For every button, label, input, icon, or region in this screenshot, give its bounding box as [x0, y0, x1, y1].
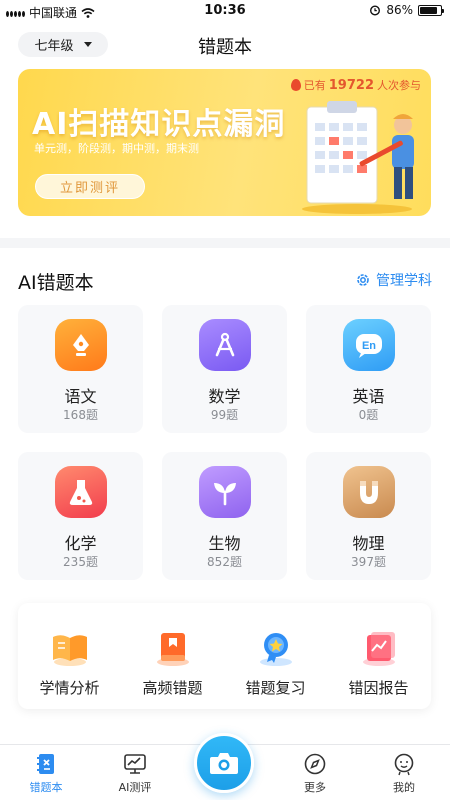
magnet-icon: [343, 466, 395, 518]
subject-count: 397题: [351, 555, 386, 569]
flask-icon: [55, 466, 107, 518]
tab-more[interactable]: 更多: [280, 745, 350, 800]
badge-star-icon: [260, 633, 292, 666]
tool-frequent-errors[interactable]: 高频错题: [121, 603, 224, 709]
subject-name: 数学: [208, 387, 241, 406]
tab-ai-assessment[interactable]: AI测评: [100, 745, 170, 800]
banner-headline: AI扫描知识点漏洞: [32, 107, 286, 142]
tool-error-cause-report[interactable]: 错因报告: [327, 603, 430, 709]
section-divider: [0, 238, 450, 248]
subject-name: 语文: [64, 387, 97, 406]
compass-nav-icon: [304, 753, 326, 775]
subject-count: 852题: [207, 555, 242, 569]
participants-info: 已有 19722 人次参与: [290, 77, 421, 93]
section-title: AI错题本: [18, 272, 94, 294]
tab-mine[interactable]: 我的: [369, 745, 439, 800]
manage-subjects-link[interactable]: 管理学科: [355, 270, 432, 290]
compass-icon: [199, 319, 251, 371]
subject-name: 生物: [208, 534, 241, 553]
tool-label: 错题复习: [245, 679, 306, 697]
subject-card-english[interactable]: En 英语 0题: [306, 305, 431, 433]
subject-card-physics[interactable]: 物理 397题: [306, 452, 431, 580]
tab-label: 错题本: [29, 781, 63, 794]
top-nav: 七年级 错题本: [0, 22, 450, 66]
subject-count: 235题: [63, 555, 98, 569]
en-bubble-icon: En: [343, 319, 395, 371]
subject-card-biology[interactable]: 生物 852题: [162, 452, 287, 580]
manage-subjects-label: 管理学科: [376, 273, 432, 289]
status-right: 86%: [369, 3, 444, 17]
tool-label: 高频错题: [142, 679, 203, 697]
start-assessment-button[interactable]: 立即测评: [35, 174, 145, 199]
battery-percent: 86%: [386, 3, 413, 17]
bookmark-book-icon: [157, 633, 189, 666]
chart-report-icon: [363, 632, 395, 666]
participants-prefix: 已有: [303, 79, 326, 92]
subject-card-math[interactable]: 数学 99题: [162, 305, 287, 433]
subject-count: 168题: [63, 408, 98, 422]
clipboard-illustration: [302, 101, 414, 214]
pen-nib-icon: [55, 319, 107, 371]
camera-capture-button[interactable]: [194, 733, 254, 793]
flame-icon: [290, 79, 301, 91]
tools-panel: 学情分析 高频错题 错题复习 错因报告: [18, 603, 431, 709]
subject-card-chemistry[interactable]: 化学 235题: [18, 452, 143, 580]
tool-error-review[interactable]: 错题复习: [224, 603, 327, 709]
subject-count: 99题: [210, 408, 239, 422]
tab-label: 更多: [304, 781, 326, 794]
subject-name: 化学: [64, 534, 97, 553]
subject-count: 0题: [358, 408, 379, 422]
camera-icon: [210, 753, 238, 774]
status-bar: 中国联通 10:36 86%: [0, 0, 450, 22]
subject-card-chinese[interactable]: 语文 168题: [18, 305, 143, 433]
subject-name: 物理: [352, 534, 385, 553]
alarm-icon: [370, 5, 381, 16]
subject-name: 英语: [352, 387, 385, 406]
open-book-icon: [53, 635, 87, 666]
ai-scan-banner[interactable]: 已有 19722 人次参与 AI扫描知识点漏洞 单元测，阶段测，期中测，期末测 …: [18, 69, 431, 216]
profile-icon: [394, 753, 414, 776]
tab-wrong-book[interactable]: 错题本: [11, 745, 81, 800]
battery-icon: [418, 4, 444, 16]
tool-label: 错因报告: [348, 679, 409, 697]
monitor-chart-icon: [124, 754, 146, 774]
participants-suffix: 人次参与: [377, 79, 421, 92]
banner-subline: 单元测，阶段测，期中测，期末测: [34, 142, 199, 155]
tab-label: AI测评: [118, 781, 152, 794]
tool-learning-analysis[interactable]: 学情分析: [18, 603, 121, 709]
sprout-icon: [199, 466, 251, 518]
tab-label: 我的: [393, 781, 415, 794]
svg-text:En: En: [362, 340, 376, 352]
notebook-icon: [37, 754, 54, 774]
tool-label: 学情分析: [39, 679, 100, 697]
page-title: 错题本: [198, 37, 252, 58]
gear-icon: [357, 274, 369, 286]
participants-count: 19722: [328, 77, 374, 93]
